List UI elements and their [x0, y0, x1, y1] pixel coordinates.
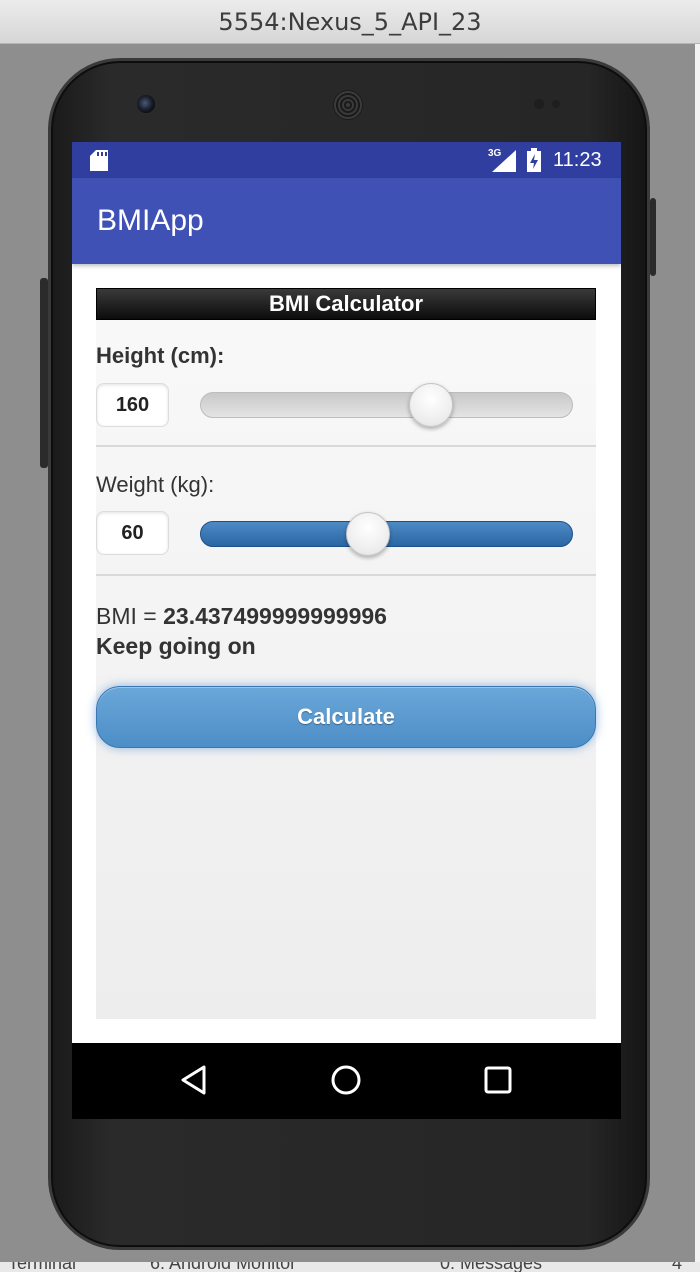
bmi-result-prefix: BMI = [96, 603, 164, 629]
volume-button[interactable] [40, 278, 48, 468]
ide-background-strip [695, 44, 700, 1269]
back-triangle-icon[interactable] [176, 1062, 212, 1098]
recents-square-icon[interactable] [480, 1062, 516, 1098]
status-clock: 11:23 [553, 149, 602, 171]
bmi-calculator-panel: BMI Calculator Height (cm): 160 Weight (… [96, 288, 596, 1019]
weight-input[interactable]: 60 [96, 511, 169, 555]
signal-icon [492, 150, 516, 172]
emulator-window-title: 5554:Nexus_5_API_23 [218, 7, 482, 36]
weight-slider-thumb[interactable] [345, 512, 390, 556]
power-button[interactable] [650, 198, 656, 276]
calculator-header: BMI Calculator [96, 288, 596, 320]
bmi-result: BMI = 23.437499999999996 [96, 603, 387, 630]
emulator-title-bar[interactable]: 5554:Nexus_5_API_23 [0, 0, 700, 44]
front-camera [137, 95, 155, 113]
app-bar: BMIApp [72, 178, 621, 264]
calculate-button[interactable]: Calculate [96, 686, 596, 748]
battery-charging-icon [527, 148, 541, 172]
height-slider-track[interactable] [200, 392, 573, 418]
light-sensor [552, 100, 560, 108]
height-input[interactable]: 160 [96, 383, 169, 427]
android-nav-bar [72, 1043, 621, 1119]
status-bar: 3G 11:23 [72, 142, 621, 178]
section-divider [96, 445, 596, 447]
proximity-sensor [534, 99, 544, 109]
ide-tab-messages[interactable]: 0: Messages [440, 1262, 542, 1272]
ide-tab-terminal[interactable]: Terminal [8, 1262, 76, 1272]
height-slider-thumb[interactable] [409, 383, 454, 427]
ide-tab-todo[interactable]: 4 [672, 1262, 682, 1272]
ide-bottom-toolbar: Terminal 6: Android Monitor 0: Messages … [0, 1262, 700, 1272]
sd-card-icon [90, 150, 108, 171]
height-label: Height (cm): [96, 343, 225, 368]
bmi-message: Keep going on [96, 633, 256, 659]
home-circle-icon[interactable] [328, 1062, 364, 1098]
bmi-result-value: 23.437499999999996 [163, 603, 387, 629]
ide-tab-android-monitor[interactable]: 6: Android Monitor [150, 1262, 296, 1272]
weight-label: Weight (kg): [96, 472, 215, 497]
earpiece-speaker [333, 90, 363, 120]
app-title: BMIApp [97, 204, 204, 237]
phone-screen: 3G 11:23 BMIApp BMI Calculator Height (c… [72, 142, 621, 1119]
section-divider [96, 574, 596, 576]
